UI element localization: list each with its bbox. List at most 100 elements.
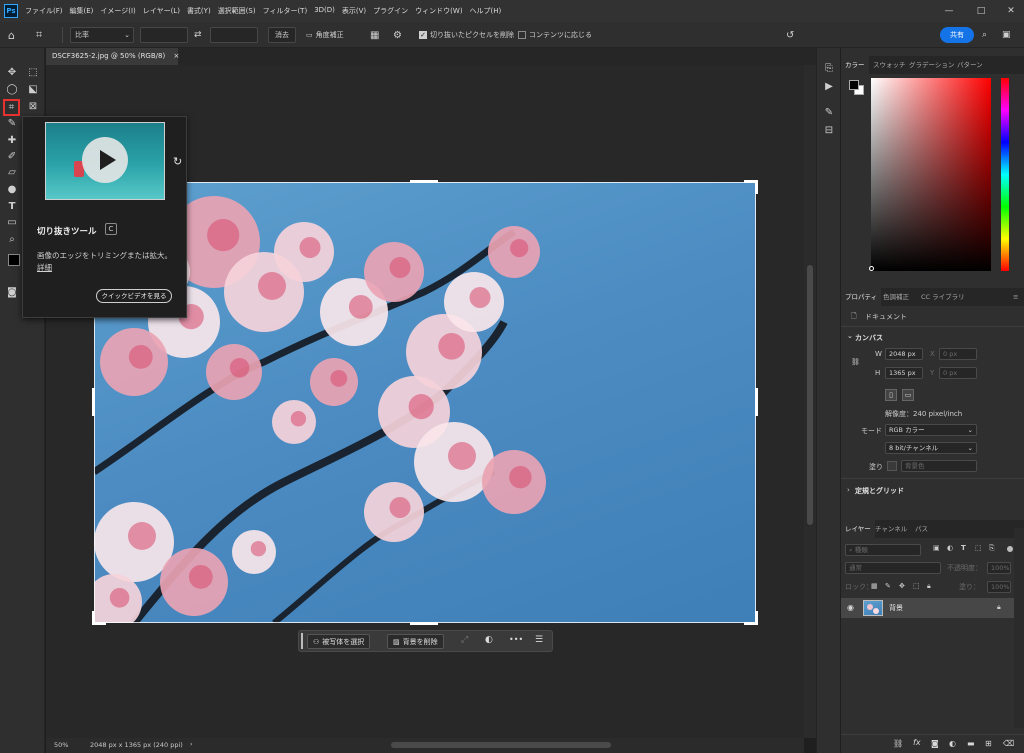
layer-name[interactable]: 背景 bbox=[889, 603, 903, 613]
clear-button[interactable]: 消去 bbox=[268, 27, 296, 43]
adjustments-icon[interactable]: ⊟ bbox=[822, 124, 836, 138]
minimize-button[interactable]: — bbox=[940, 3, 958, 19]
close-button[interactable]: ✕ bbox=[1002, 3, 1020, 19]
new-layer-icon[interactable]: ⊞ bbox=[985, 739, 992, 748]
reset-icon[interactable]: ↺ bbox=[786, 27, 794, 43]
crop-tool-preset-icon[interactable]: ⌗ bbox=[36, 27, 42, 43]
menu-item-9[interactable]: プラグイン bbox=[373, 6, 408, 16]
menu-item-1[interactable]: 編集(E) bbox=[70, 6, 94, 16]
menu-item-6[interactable]: フィルター(T) bbox=[263, 6, 308, 16]
shape-tool-icon[interactable]: ▭ bbox=[5, 216, 19, 230]
document-tab[interactable]: DSCF3625-2.jpg @ 50% (RGB/8) × bbox=[46, 48, 179, 65]
y-input[interactable]: 0 px bbox=[939, 367, 977, 379]
quick-mask-icon[interactable]: ◙ bbox=[5, 286, 19, 300]
tooltip-video-thumbnail[interactable] bbox=[45, 122, 165, 200]
tab-channels[interactable]: チャンネル bbox=[871, 520, 911, 538]
filter-pixel-icon[interactable]: ▣ bbox=[933, 544, 940, 552]
transform-icon[interactable]: ⤢ bbox=[461, 635, 468, 645]
menu-item-2[interactable]: イメージ(I) bbox=[100, 6, 135, 16]
width-input[interactable]: 2048 px bbox=[885, 348, 923, 360]
watch-video-button[interactable]: クイックビデオを見る bbox=[96, 289, 172, 303]
lock-artboard-icon[interactable]: ⬚ bbox=[913, 582, 920, 590]
horizontal-scroll-thumb[interactable] bbox=[391, 742, 611, 748]
layer-row[interactable]: ◉ 背景 🔒︎ bbox=[841, 598, 1014, 618]
tab-paths[interactable]: パス bbox=[911, 520, 932, 538]
trash-icon[interactable]: ⌫ bbox=[1003, 739, 1014, 748]
layer-lock-icon[interactable]: 🔒︎ bbox=[997, 603, 1001, 612]
add-mask-icon[interactable]: ◙ bbox=[931, 739, 939, 748]
link-icon[interactable]: ⛓ bbox=[851, 358, 860, 366]
filter-adjustment-icon[interactable]: ◐ bbox=[947, 544, 953, 552]
portrait-orientation-icon[interactable]: ▯ bbox=[885, 389, 897, 401]
fill-select[interactable]: 背景色 bbox=[901, 460, 977, 472]
type-tool-icon[interactable]: T bbox=[5, 200, 19, 214]
filter-type-icon[interactable]: T bbox=[961, 544, 966, 552]
tab-color[interactable]: カラー bbox=[841, 56, 869, 74]
select-subject-button[interactable]: ⚇ 被写体を選択 bbox=[307, 634, 371, 649]
lock-all-icon[interactable]: 🔒︎ bbox=[927, 582, 931, 591]
fill-color-swatch[interactable] bbox=[887, 461, 897, 471]
frame-tool-icon[interactable]: ⊠ bbox=[26, 100, 40, 114]
tab-properties[interactable]: プロパティ bbox=[841, 288, 882, 306]
home-icon[interactable]: ⌂ bbox=[8, 27, 15, 43]
new-adjustment-icon[interactable]: ◐ bbox=[949, 739, 956, 748]
vertical-scrollbar[interactable] bbox=[804, 65, 816, 738]
close-tab-icon[interactable]: × bbox=[173, 52, 179, 60]
color-field[interactable] bbox=[869, 78, 991, 271]
lock-position-icon[interactable]: ✥ bbox=[899, 582, 905, 590]
dodge-tool-icon[interactable]: ● bbox=[5, 183, 19, 197]
share-button[interactable]: 共有 bbox=[940, 27, 974, 43]
delete-cropped-checkbox[interactable]: ✓ 切り抜いたピクセルを削除 bbox=[419, 27, 514, 43]
x-input[interactable]: 0 px bbox=[939, 348, 977, 360]
filter-toggle[interactable] bbox=[1007, 546, 1013, 552]
mode-select[interactable]: RGB カラー ⌄ bbox=[885, 424, 977, 436]
tab-adjustments[interactable]: 色調補正 bbox=[879, 288, 913, 306]
opacity-input[interactable]: 100% bbox=[987, 562, 1011, 574]
actions-icon[interactable]: ▶ bbox=[822, 80, 836, 94]
menu-item-8[interactable]: 表示(V) bbox=[342, 6, 366, 16]
hue-slider[interactable] bbox=[1001, 78, 1009, 271]
tooltip-details-link[interactable]: 詳細 bbox=[37, 262, 52, 273]
eyedropper-tool-icon[interactable]: ✎ bbox=[5, 117, 19, 131]
rulers-section-toggle[interactable]: › bbox=[847, 486, 850, 494]
layer-filter-select[interactable]: ⌕ 種類 bbox=[845, 544, 921, 556]
zoom-level[interactable]: 50% bbox=[54, 741, 68, 749]
healing-brush-icon[interactable]: ✚ bbox=[5, 134, 19, 148]
straighten-button[interactable]: ▭ 角度補正 bbox=[306, 27, 344, 43]
color-picker-cursor[interactable] bbox=[869, 266, 874, 271]
ratio-select[interactable]: 比率 ⌄ bbox=[70, 27, 134, 43]
ratio-width-input[interactable] bbox=[140, 27, 188, 43]
tab-gradients[interactable]: グラデーション bbox=[905, 56, 958, 74]
drag-handle[interactable] bbox=[301, 633, 303, 649]
brush-tool-icon[interactable]: ✐ bbox=[5, 150, 19, 164]
content-aware-checkbox[interactable]: コンテンツに応じる bbox=[518, 27, 592, 43]
ratio-height-input[interactable] bbox=[210, 27, 258, 43]
history-icon[interactable]: ⎘ bbox=[822, 62, 836, 76]
filter-smart-object-icon[interactable]: ⎘ bbox=[989, 544, 995, 553]
brush-settings-icon[interactable]: ✎ bbox=[822, 106, 836, 120]
zoom-tool-icon[interactable]: ⌕ bbox=[5, 233, 19, 247]
blend-mode-select[interactable]: 通常 bbox=[845, 562, 941, 574]
panel-menu-icon[interactable]: ≡ bbox=[1009, 288, 1022, 306]
vertical-scroll-thumb[interactable] bbox=[807, 265, 813, 525]
lasso-tool-icon[interactable]: ◯ bbox=[5, 83, 19, 97]
tab-patterns[interactable]: パターン bbox=[953, 56, 987, 74]
move-tool-icon[interactable]: ✥ bbox=[5, 66, 19, 80]
menu-item-4[interactable]: 書式(Y) bbox=[187, 6, 211, 16]
layers-scrollbar[interactable] bbox=[1014, 528, 1024, 728]
settings-sliders-icon[interactable]: ☰ bbox=[535, 635, 543, 645]
search-icon[interactable]: ⌕ bbox=[982, 27, 987, 43]
overlay-grid-icon[interactable]: ▦ bbox=[370, 27, 379, 43]
new-group-icon[interactable]: ▬ bbox=[967, 739, 975, 748]
menu-item-7[interactable]: 3D(D) bbox=[314, 6, 335, 16]
landscape-orientation-icon[interactable]: ▭ bbox=[902, 389, 914, 401]
horizontal-scrollbar[interactable] bbox=[196, 738, 804, 753]
menu-item-5[interactable]: 選択範囲(S) bbox=[218, 6, 256, 16]
filter-shape-icon[interactable]: ⬚ bbox=[975, 544, 982, 552]
menu-item-3[interactable]: レイヤー(L) bbox=[143, 6, 180, 16]
object-select-tool-icon[interactable]: ⬕ bbox=[26, 83, 40, 97]
status-menu-arrow[interactable]: › bbox=[190, 740, 193, 748]
lock-transparent-icon[interactable]: ▦ bbox=[871, 582, 878, 590]
lock-pixels-icon[interactable]: ✎ bbox=[885, 582, 891, 590]
tab-swatches[interactable]: スウォッチ bbox=[869, 56, 910, 74]
